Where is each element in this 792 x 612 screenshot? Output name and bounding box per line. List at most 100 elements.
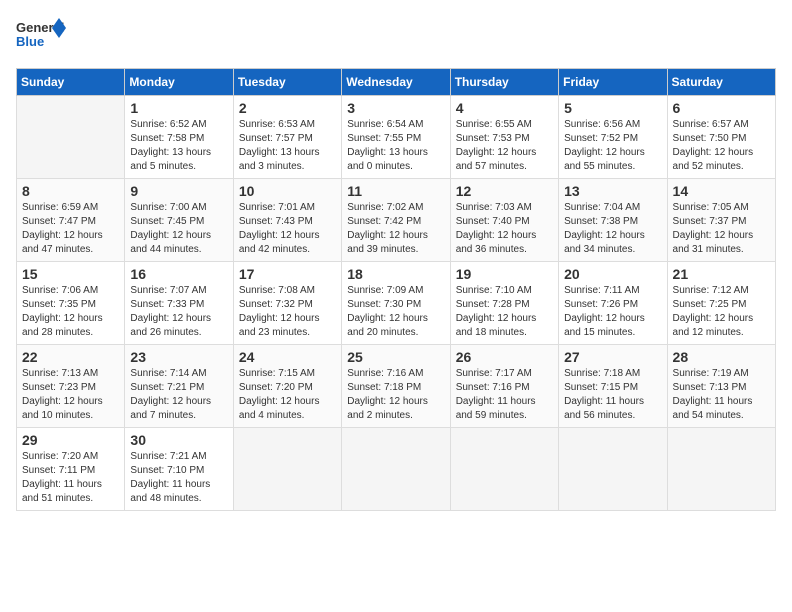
day-info: Sunset: 7:23 PM <box>22 381 119 395</box>
day-info: Sunset: 7:33 PM <box>130 298 227 312</box>
day-info: Sunrise: 7:14 AM <box>130 367 227 381</box>
day-info: Daylight: 11 hours and 51 minutes. <box>22 478 119 506</box>
day-info: Sunset: 7:52 PM <box>564 132 661 146</box>
day-number: 13 <box>564 183 661 199</box>
day-info: Sunrise: 7:12 AM <box>673 284 770 298</box>
day-info: Sunrise: 7:19 AM <box>673 367 770 381</box>
day-info: Sunset: 7:18 PM <box>347 381 444 395</box>
day-number: 20 <box>564 266 661 282</box>
day-info: Daylight: 12 hours and 4 minutes. <box>239 395 336 423</box>
day-info: Sunset: 7:10 PM <box>130 464 227 478</box>
day-info: Sunset: 7:55 PM <box>347 132 444 146</box>
calendar-cell <box>233 428 341 511</box>
calendar-cell: 15Sunrise: 7:06 AMSunset: 7:35 PMDayligh… <box>17 262 125 345</box>
calendar-cell: 20Sunrise: 7:11 AMSunset: 7:26 PMDayligh… <box>559 262 667 345</box>
day-info: Daylight: 12 hours and 47 minutes. <box>22 229 119 257</box>
day-info: Sunrise: 7:10 AM <box>456 284 553 298</box>
calendar-cell: 29Sunrise: 7:20 AMSunset: 7:11 PMDayligh… <box>17 428 125 511</box>
day-info: Daylight: 12 hours and 20 minutes. <box>347 312 444 340</box>
day-number: 24 <box>239 349 336 365</box>
day-info: Sunset: 7:40 PM <box>456 215 553 229</box>
day-info: Sunset: 7:20 PM <box>239 381 336 395</box>
calendar-cell <box>667 428 775 511</box>
day-info: Sunset: 7:43 PM <box>239 215 336 229</box>
day-number: 6 <box>673 100 770 116</box>
day-info: Daylight: 12 hours and 7 minutes. <box>130 395 227 423</box>
day-number: 19 <box>456 266 553 282</box>
calendar-cell: 18Sunrise: 7:09 AMSunset: 7:30 PMDayligh… <box>342 262 450 345</box>
day-info: Sunset: 7:25 PM <box>673 298 770 312</box>
col-header-wednesday: Wednesday <box>342 69 450 96</box>
calendar-week-4: 22Sunrise: 7:13 AMSunset: 7:23 PMDayligh… <box>17 345 776 428</box>
calendar-cell: 4Sunrise: 6:55 AMSunset: 7:53 PMDaylight… <box>450 96 558 179</box>
day-info: Daylight: 12 hours and 23 minutes. <box>239 312 336 340</box>
day-info: Sunset: 7:30 PM <box>347 298 444 312</box>
day-info: Sunrise: 7:20 AM <box>22 450 119 464</box>
day-info: Sunrise: 6:54 AM <box>347 118 444 132</box>
calendar-cell <box>450 428 558 511</box>
calendar-cell: 12Sunrise: 7:03 AMSunset: 7:40 PMDayligh… <box>450 179 558 262</box>
col-header-sunday: Sunday <box>17 69 125 96</box>
logo-svg: General Blue <box>16 16 66 56</box>
day-number: 8 <box>22 183 119 199</box>
day-number: 1 <box>130 100 227 116</box>
day-number: 11 <box>347 183 444 199</box>
day-info: Sunrise: 6:55 AM <box>456 118 553 132</box>
calendar-week-3: 15Sunrise: 7:06 AMSunset: 7:35 PMDayligh… <box>17 262 776 345</box>
day-info: Sunset: 7:35 PM <box>22 298 119 312</box>
calendar-cell: 21Sunrise: 7:12 AMSunset: 7:25 PMDayligh… <box>667 262 775 345</box>
day-number: 22 <box>22 349 119 365</box>
day-info: Daylight: 13 hours and 0 minutes. <box>347 146 444 174</box>
day-info: Sunrise: 7:06 AM <box>22 284 119 298</box>
day-info: Daylight: 12 hours and 42 minutes. <box>239 229 336 257</box>
calendar-cell: 13Sunrise: 7:04 AMSunset: 7:38 PMDayligh… <box>559 179 667 262</box>
day-info: Daylight: 11 hours and 56 minutes. <box>564 395 661 423</box>
day-info: Sunset: 7:16 PM <box>456 381 553 395</box>
day-info: Sunrise: 7:02 AM <box>347 201 444 215</box>
calendar-cell: 8 Sunrise: 6:59 AMSunset: 7:47 PMDaylight… <box>17 179 125 262</box>
logo: General Blue <box>16 16 66 56</box>
calendar-cell: 17Sunrise: 7:08 AMSunset: 7:32 PMDayligh… <box>233 262 341 345</box>
day-number: 2 <box>239 100 336 116</box>
day-number: 28 <box>673 349 770 365</box>
day-info: Daylight: 12 hours and 31 minutes. <box>673 229 770 257</box>
calendar-cell: 22Sunrise: 7:13 AMSunset: 7:23 PMDayligh… <box>17 345 125 428</box>
day-info: Sunrise: 7:21 AM <box>130 450 227 464</box>
day-number: 23 <box>130 349 227 365</box>
day-info: Sunrise: 7:05 AM <box>673 201 770 215</box>
day-info: Sunset: 7:38 PM <box>564 215 661 229</box>
day-info: Daylight: 12 hours and 26 minutes. <box>130 312 227 340</box>
calendar-cell: 16Sunrise: 7:07 AMSunset: 7:33 PMDayligh… <box>125 262 233 345</box>
day-info: Sunset: 7:11 PM <box>22 464 119 478</box>
day-info: Sunrise: 7:11 AM <box>564 284 661 298</box>
day-info: Sunset: 7:15 PM <box>564 381 661 395</box>
day-info: Sunrise: 7:03 AM <box>456 201 553 215</box>
day-info: Sunrise: 7:18 AM <box>564 367 661 381</box>
col-header-monday: Monday <box>125 69 233 96</box>
day-info: Daylight: 12 hours and 18 minutes. <box>456 312 553 340</box>
day-info: Sunrise: 6:56 AM <box>564 118 661 132</box>
col-header-friday: Friday <box>559 69 667 96</box>
calendar-cell: 25Sunrise: 7:16 AMSunset: 7:18 PMDayligh… <box>342 345 450 428</box>
day-info: Daylight: 12 hours and 36 minutes. <box>456 229 553 257</box>
page-header: General Blue <box>16 16 776 56</box>
calendar-cell: 10Sunrise: 7:01 AMSunset: 7:43 PMDayligh… <box>233 179 341 262</box>
day-info: Sunset: 7:58 PM <box>130 132 227 146</box>
calendar-cell: 28Sunrise: 7:19 AMSunset: 7:13 PMDayligh… <box>667 345 775 428</box>
calendar-cell: 11Sunrise: 7:02 AMSunset: 7:42 PMDayligh… <box>342 179 450 262</box>
calendar-cell <box>559 428 667 511</box>
day-number: 3 <box>347 100 444 116</box>
calendar-cell <box>342 428 450 511</box>
day-info: Sunset: 7:47 PM <box>22 215 119 229</box>
day-info: Sunrise: 6:59 AM <box>22 201 119 215</box>
day-info: Sunrise: 6:53 AM <box>239 118 336 132</box>
day-info: Sunset: 7:37 PM <box>673 215 770 229</box>
day-number: 16 <box>130 266 227 282</box>
day-info: Sunset: 7:45 PM <box>130 215 227 229</box>
day-info: Sunrise: 7:15 AM <box>239 367 336 381</box>
calendar-cell: 14Sunrise: 7:05 AMSunset: 7:37 PMDayligh… <box>667 179 775 262</box>
day-info: Daylight: 12 hours and 34 minutes. <box>564 229 661 257</box>
day-info: Sunrise: 7:09 AM <box>347 284 444 298</box>
day-info: Sunrise: 6:57 AM <box>673 118 770 132</box>
day-info: Sunrise: 7:01 AM <box>239 201 336 215</box>
